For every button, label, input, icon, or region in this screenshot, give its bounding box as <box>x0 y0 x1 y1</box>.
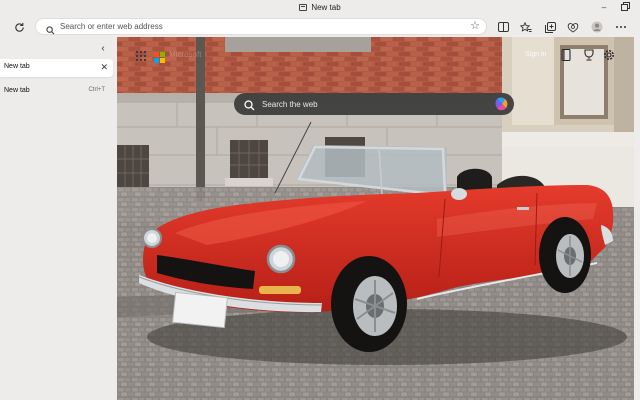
web-search-box[interactable] <box>234 93 514 115</box>
refresh-icon[interactable] <box>11 19 27 35</box>
page-scrollbar[interactable] <box>634 37 640 400</box>
apps-icon[interactable] <box>135 49 147 61</box>
settings-icon[interactable] <box>602 48 616 62</box>
rewards-icon[interactable] <box>582 48 596 62</box>
close-icon[interactable]: ✕ <box>100 61 108 73</box>
profile-icon[interactable] <box>589 19 605 35</box>
microsoft-wordmark: Microsoft <box>169 50 202 59</box>
window-title-text: New tab <box>311 3 341 12</box>
favorites-icon[interactable] <box>518 19 534 35</box>
tab-page-icon <box>299 4 308 11</box>
address-bar[interactable]: ☆ <box>35 18 487 35</box>
minimize-icon[interactable]: – <box>598 2 610 14</box>
background-photo <box>117 37 634 400</box>
collapse-sidebar-icon[interactable]: ‹ <box>97 43 109 55</box>
browser-toolbar: ☆ <box>0 17 640 37</box>
microsoft-logo-icon[interactable] <box>154 50 165 63</box>
split-screen-icon[interactable] <box>495 19 511 35</box>
copilot-icon[interactable] <box>494 96 510 117</box>
search-icon <box>244 98 255 116</box>
window-title: New tab <box>0 3 640 12</box>
vertical-tabs-sidebar: ‹ New tab ✕ New tab Ctrl+T <box>0 37 117 400</box>
star-icon[interactable]: ☆ <box>470 20 480 33</box>
sign-in-button[interactable]: Sign in <box>525 51 546 58</box>
more-icon[interactable] <box>613 19 629 35</box>
web-search-input[interactable] <box>262 93 482 115</box>
collections-icon[interactable] <box>542 19 558 35</box>
extensions-icon[interactable] <box>565 19 581 35</box>
restore-icon[interactable] <box>619 2 631 14</box>
notebook-icon[interactable] <box>559 48 573 62</box>
new-tab-shortcut: Ctrl+T <box>88 87 106 93</box>
tab-label: New tab <box>4 63 30 70</box>
title-bar: New tab – <box>0 0 640 17</box>
new-tab-button[interactable]: New tab Ctrl+T <box>0 84 113 98</box>
address-input[interactable] <box>60 19 460 34</box>
tab-new-tab-active[interactable]: New tab ✕ <box>0 59 113 77</box>
new-tab-label: New tab <box>4 87 30 94</box>
new-tab-page: Microsoft Sign in <box>117 37 634 400</box>
